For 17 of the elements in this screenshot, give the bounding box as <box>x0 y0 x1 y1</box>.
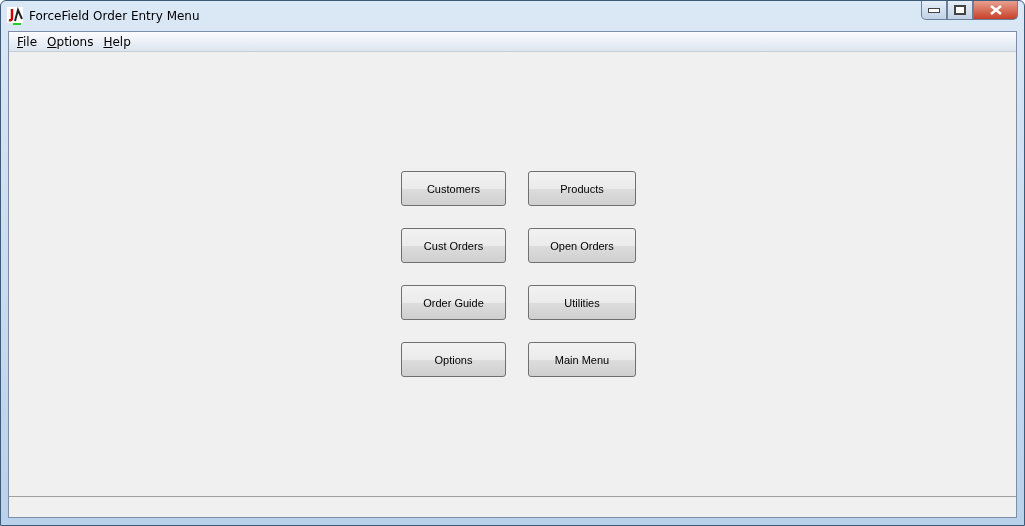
maximize-button[interactable] <box>947 1 973 20</box>
menu-button[interactable]: Cust Orders <box>401 228 506 263</box>
menu-button[interactable]: Customers <box>401 171 506 206</box>
close-button[interactable] <box>973 1 1018 20</box>
menu-button[interactable]: Products <box>528 171 636 206</box>
menu-button[interactable]: Open Orders <box>528 228 636 263</box>
menu-button[interactable]: Utilities <box>528 285 636 320</box>
menu-item[interactable]: Options <box>42 34 99 49</box>
minimize-button[interactable] <box>921 1 947 20</box>
menu-button[interactable]: Options <box>401 342 506 377</box>
menu-button[interactable]: Order Guide <box>401 285 506 320</box>
menu-item[interactable]: File <box>12 34 43 49</box>
menu-item[interactable]: Help <box>98 34 136 49</box>
menu-button[interactable]: Main Menu <box>528 342 636 377</box>
close-icon <box>989 5 1002 15</box>
app-logo-icon <box>7 7 23 25</box>
window-title: ForceField Order Entry Menu <box>29 9 201 23</box>
